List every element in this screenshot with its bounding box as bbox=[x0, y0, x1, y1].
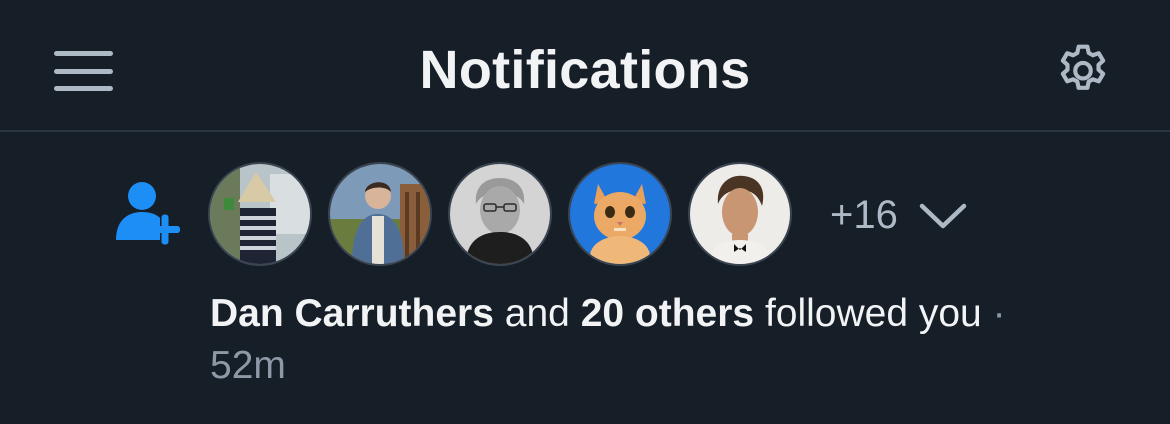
chevron-down-icon[interactable] bbox=[918, 198, 968, 234]
settings-button[interactable] bbox=[1052, 40, 1114, 102]
avatar[interactable] bbox=[688, 162, 792, 266]
notification-text: Dan Carruthers and 20 others followed yo… bbox=[210, 288, 1130, 392]
notifications-screen: Notifications +16 Dan Carruthers and 20 … bbox=[0, 0, 1170, 424]
avatar[interactable] bbox=[208, 162, 312, 266]
connector-text: and bbox=[504, 292, 570, 335]
avatar[interactable] bbox=[328, 162, 432, 266]
header-bar: Notifications bbox=[0, 0, 1170, 132]
gear-icon bbox=[1060, 44, 1106, 90]
action-text: followed you bbox=[764, 292, 982, 335]
avatar[interactable] bbox=[448, 162, 552, 266]
avatar[interactable] bbox=[568, 162, 672, 266]
others-link[interactable]: 20 others bbox=[581, 292, 754, 335]
notification-item[interactable]: +16 Dan Carruthers and 20 others followe… bbox=[0, 134, 1170, 424]
actor-name[interactable]: Dan Carruthers bbox=[210, 292, 494, 335]
timestamp: 52m bbox=[210, 344, 286, 387]
page-title: Notifications bbox=[419, 40, 751, 100]
separator-dot: · bbox=[992, 292, 1006, 335]
more-avatars-count: +16 bbox=[830, 193, 898, 237]
person-add-icon bbox=[116, 182, 180, 245]
